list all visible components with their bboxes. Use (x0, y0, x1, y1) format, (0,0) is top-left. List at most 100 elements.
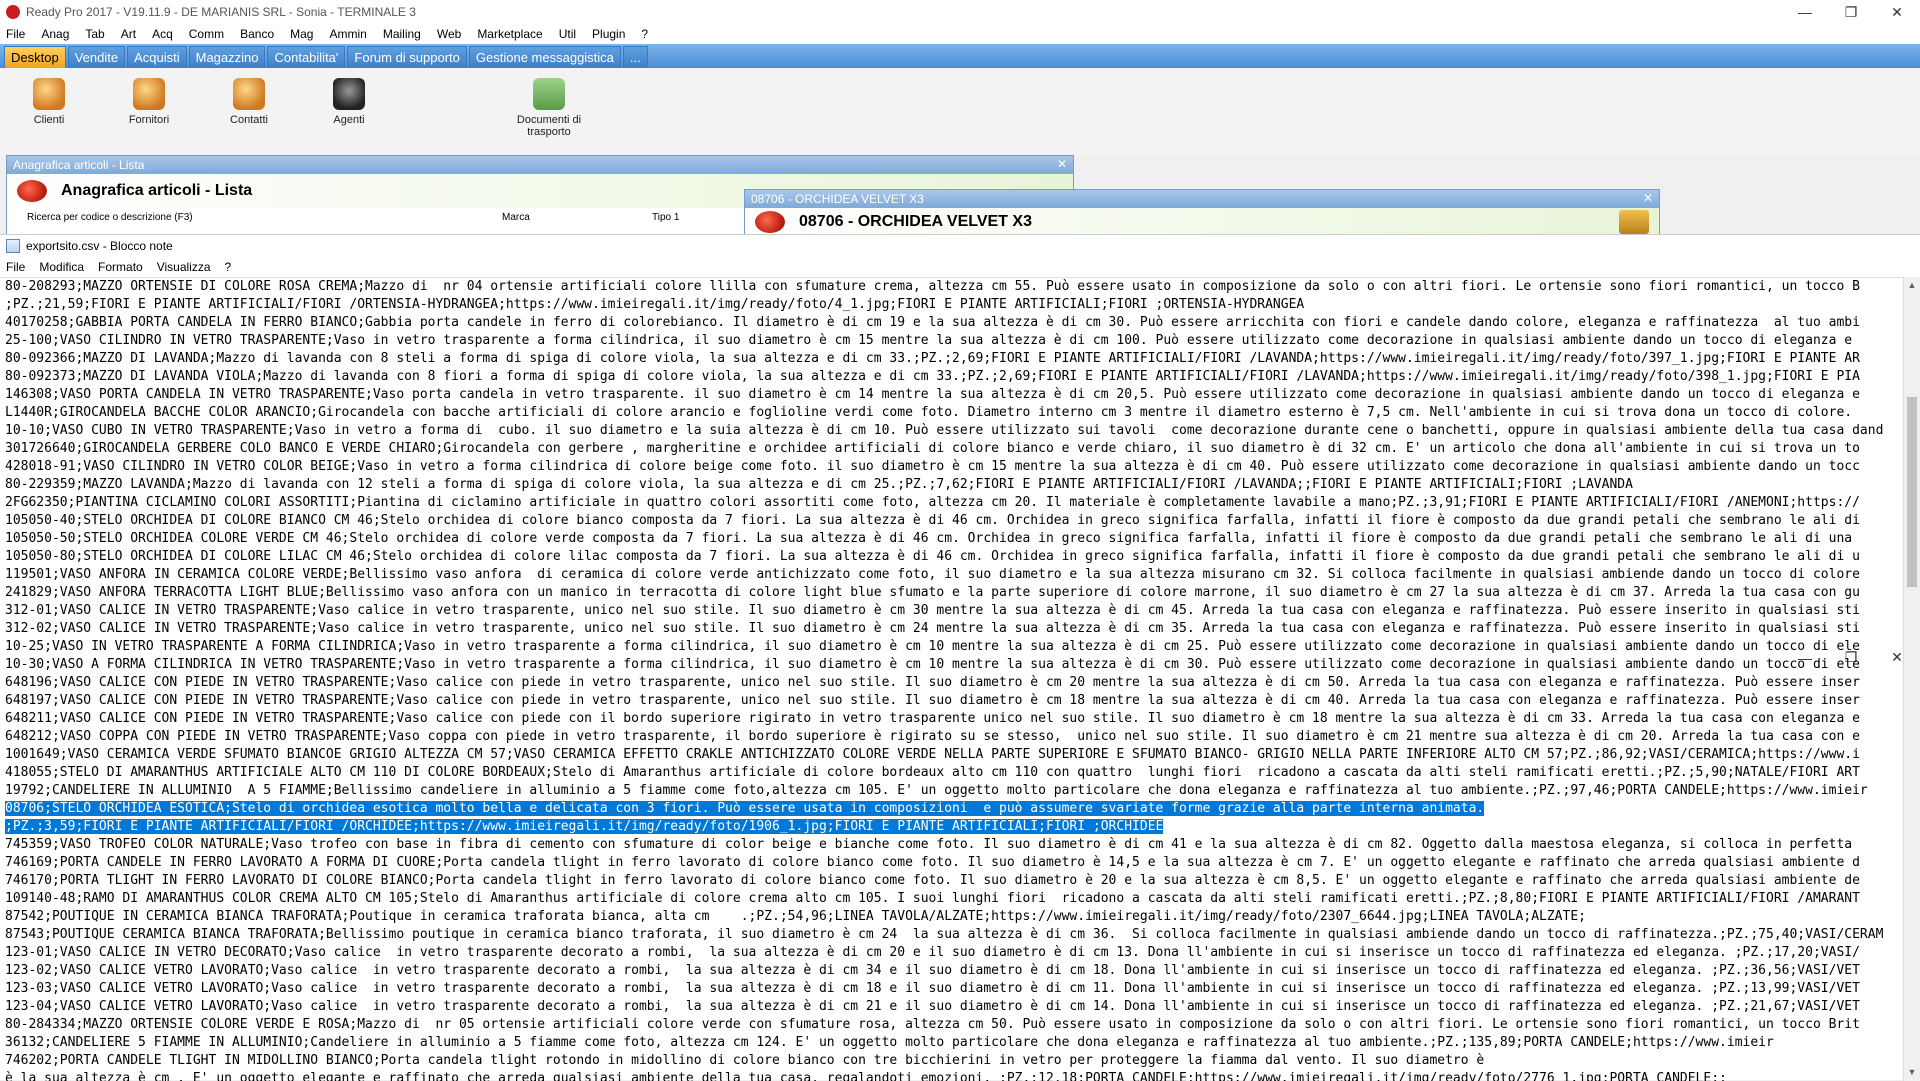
scroll-down-icon[interactable]: ▼ (1904, 1064, 1920, 1081)
text-line: ;PZ.;21,59;FIORI E PIANTE ARTIFICIALI/FI… (5, 296, 1903, 314)
desktop-icon-clienti[interactable]: Clienti (4, 78, 94, 126)
app-titlebar: Ready Pro 2017 - V19.11.9 - DE MARIANIS … (0, 0, 1920, 24)
notepad-icon (6, 239, 20, 253)
menu-item[interactable]: Marketplace (477, 27, 542, 41)
menu-item[interactable]: Anag (41, 27, 69, 41)
article-detail-window: 08706 - ORCHIDEA VELVET X3 ✕ 08706 - ORC… (744, 189, 1660, 236)
text-line-content: 745359;VASO TROFEO COLOR NATURALE;Vaso t… (5, 837, 1853, 852)
desktop-icon-label: Clienti (33, 114, 65, 126)
menu-item[interactable]: ? (641, 27, 648, 41)
text-line-content: 648197;VASO CALICE CON PIEDE IN VETRO TR… (5, 693, 1860, 708)
text-line: 25-100;VASO CILINDRO IN VETRO TRASPARENT… (5, 332, 1903, 350)
notepad-title: exportsito.csv - Blocco note (26, 239, 173, 253)
notepad-menu-item[interactable]: Modifica (39, 260, 84, 274)
text-line: 241829;VASO ANFORA TERRACOTTA LIGHT BLUE… (5, 584, 1903, 602)
desktop-icon-agenti[interactable]: Agenti (304, 78, 394, 126)
tomato-logo-icon (755, 211, 785, 233)
text-line: 10-30;VASO A FORMA CILINDRICA IN VETRO T… (5, 656, 1903, 674)
text-line-content: 19792;CANDELIERE IN ALLUMINIO A 5 FIAMME… (5, 783, 1868, 798)
close-icon[interactable]: ✕ (1874, 0, 1920, 24)
text-line-content: 648211;VASO CALICE CON PIEDE IN VETRO TR… (5, 711, 1860, 726)
menu-item[interactable]: Mag (290, 27, 313, 41)
text-line: 105050-50;STELO ORCHIDEA COLORE VERDE CM… (5, 530, 1903, 548)
close-icon[interactable]: ✕ (1643, 191, 1653, 205)
tab-item[interactable]: Vendite (67, 46, 126, 68)
desktop-icon-contatti[interactable]: Contatti (204, 78, 294, 126)
notepad-menu-item[interactable]: File (6, 260, 25, 274)
text-line-content: 123-02;VASO CALICE VETRO LAVORATO;Vaso c… (5, 963, 1860, 978)
notepad-window: exportsito.csv - Blocco note — ❐ ✕ File M… (0, 234, 1920, 1081)
notepad-menu-item[interactable]: Visualizza (157, 260, 211, 274)
tab-item[interactable]: Desktop (4, 46, 66, 68)
desktop-icon-label: Fornitori (128, 114, 170, 126)
menu-item[interactable]: Art (121, 27, 136, 41)
text-line-content: 301726640;GIROCANDELA GERBERE COLO BANCO… (5, 441, 1860, 456)
desktop-icon-documenti-trasporto[interactable]: Documenti di trasporto (504, 78, 594, 138)
text-line: 123-02;VASO CALICE VETRO LAVORATO;Vaso c… (5, 962, 1903, 980)
app-window-controls: — ❐ ✕ (1782, 0, 1920, 24)
text-line-content: 87542;POUTIQUE IN CERAMICA BIANCA TRAFOR… (5, 909, 1586, 924)
text-line-content: 312-02;VASO CALICE IN VETRO TRASPARENTE;… (5, 621, 1860, 636)
menu-item[interactable]: Web (437, 27, 461, 41)
text-line: 10-10;VASO CUBO IN VETRO TRASPARENTE;Vas… (5, 422, 1903, 440)
text-line: 301726640;GIROCANDELA GERBERE COLO BANCO… (5, 440, 1903, 458)
search-label: Ricerca per codice o descrizione (F3) (27, 212, 193, 223)
text-line: 1001649;VASO CERAMICA VERDE SFUMATO BIAN… (5, 746, 1903, 764)
text-line: 746169;PORTA CANDELE IN FERRO LAVORATO A… (5, 854, 1903, 872)
scroll-up-icon[interactable]: ▲ (1904, 277, 1920, 294)
text-line-content: 80-229359;MAZZO LAVANDA;Mazzo di lavanda… (5, 477, 1633, 492)
app-logo-icon (6, 5, 20, 19)
text-line-content: 10-30;VASO A FORMA CILINDRICA IN VETRO T… (5, 657, 1860, 672)
window-header-title: Anagrafica articoli - Lista (61, 182, 253, 199)
text-line-content: 105050-80;STELO ORCHIDEA DI COLORE LILAC… (5, 549, 1860, 564)
restore-icon[interactable]: ❐ (1828, 0, 1874, 24)
notepad-menu-item[interactable]: ? (225, 260, 232, 274)
window-header-title: 08706 - ORCHIDEA VELVET X3 (799, 213, 1032, 230)
text-line: 87542;POUTIQUE IN CERAMICA BIANCA TRAFOR… (5, 908, 1903, 926)
text-line: 312-01;VASO CALICE IN VETRO TRASPARENTE;… (5, 602, 1903, 620)
menu-item[interactable]: Acq (152, 27, 173, 41)
tab-item[interactable]: Forum di supporto (347, 46, 467, 68)
menu-item[interactable]: Util (559, 27, 576, 41)
tab-item[interactable]: ... (622, 46, 648, 68)
text-line: 648197;VASO CALICE CON PIEDE IN VETRO TR… (5, 692, 1903, 710)
tab-item[interactable]: Gestione messaggistica (468, 46, 621, 68)
tab-item[interactable]: Magazzino (188, 46, 266, 68)
text-line-content: 746202;PORTA CANDELE TLIGHT IN MIDOLLINO… (5, 1053, 1485, 1068)
customers-icon (33, 78, 65, 110)
text-line-content: 746169;PORTA CANDELE IN FERRO LAVORATO A… (5, 855, 1860, 870)
menu-item[interactable]: File (6, 27, 25, 41)
text-line-content: 36132;CANDELIERE 5 FIAMME IN ALLUMINIO;C… (5, 1035, 1774, 1050)
tab-item[interactable]: Contabilita' (267, 46, 346, 68)
app-title: Ready Pro 2017 - V19.11.9 - DE MARIANIS … (26, 5, 416, 19)
text-line: 648212;VASO COPPA CON PIEDE IN VETRO TRA… (5, 728, 1903, 746)
close-icon[interactable]: ✕ (1057, 157, 1067, 171)
menu-item[interactable]: Comm (189, 27, 224, 41)
notepad-menu-item[interactable]: Formato (98, 260, 143, 274)
text-line-content: 109140-48;RAMO DI AMARANTHUS COLOR CREMA… (5, 891, 1860, 906)
text-line-content: 87543;POUTIQUE CERAMICA BIANCA TRAFORATA… (5, 927, 1884, 942)
text-line: 312-02;VASO CALICE IN VETRO TRASPARENTE;… (5, 620, 1903, 638)
text-line: 109140-48;RAMO DI AMARANTHUS COLOR CREMA… (5, 890, 1903, 908)
scrollbar-thumb[interactable] (1907, 397, 1917, 587)
menu-item[interactable]: Tab (85, 27, 104, 41)
menu-item[interactable]: Plugin (592, 27, 625, 41)
text-line-content: 119501;VASO ANFORA IN CERAMICA COLORE VE… (5, 567, 1860, 582)
text-line: 08706;STELO ORCHIDEA ESOTICA;Stelo di or… (5, 800, 1903, 818)
desktop-icon-fornitori[interactable]: Fornitori (104, 78, 194, 126)
vertical-scrollbar[interactable]: ▲ ▼ (1903, 277, 1920, 1081)
text-line-content: 241829;VASO ANFORA TERRACOTTA LIGHT BLUE… (5, 585, 1860, 600)
notepad-text-area[interactable]: 80-208293;MAZZO ORTENSIE DI COLORE ROSA … (0, 277, 1903, 1081)
text-line-content: 146308;VASO PORTA CANDELA IN VETRO TRASP… (5, 387, 1860, 402)
contacts-icon (233, 78, 265, 110)
text-line: 80-092373;MAZZO DI LAVANDA VIOLA;Mazzo d… (5, 368, 1903, 386)
minimize-icon[interactable]: — (1782, 0, 1828, 24)
menu-item[interactable]: Ammin (329, 27, 366, 41)
menu-item[interactable]: Mailing (383, 27, 421, 41)
menu-item[interactable]: Banco (240, 27, 274, 41)
tab-item[interactable]: Acquisti (127, 46, 187, 68)
text-line-content: 123-03;VASO CALICE VETRO LAVORATO;Vaso c… (5, 981, 1860, 996)
suppliers-icon (133, 78, 165, 110)
notepad-titlebar: exportsito.csv - Blocco note — ❐ ✕ (0, 235, 1920, 666)
text-line-content: 08706;STELO ORCHIDEA ESOTICA;Stelo di or… (5, 801, 1485, 816)
